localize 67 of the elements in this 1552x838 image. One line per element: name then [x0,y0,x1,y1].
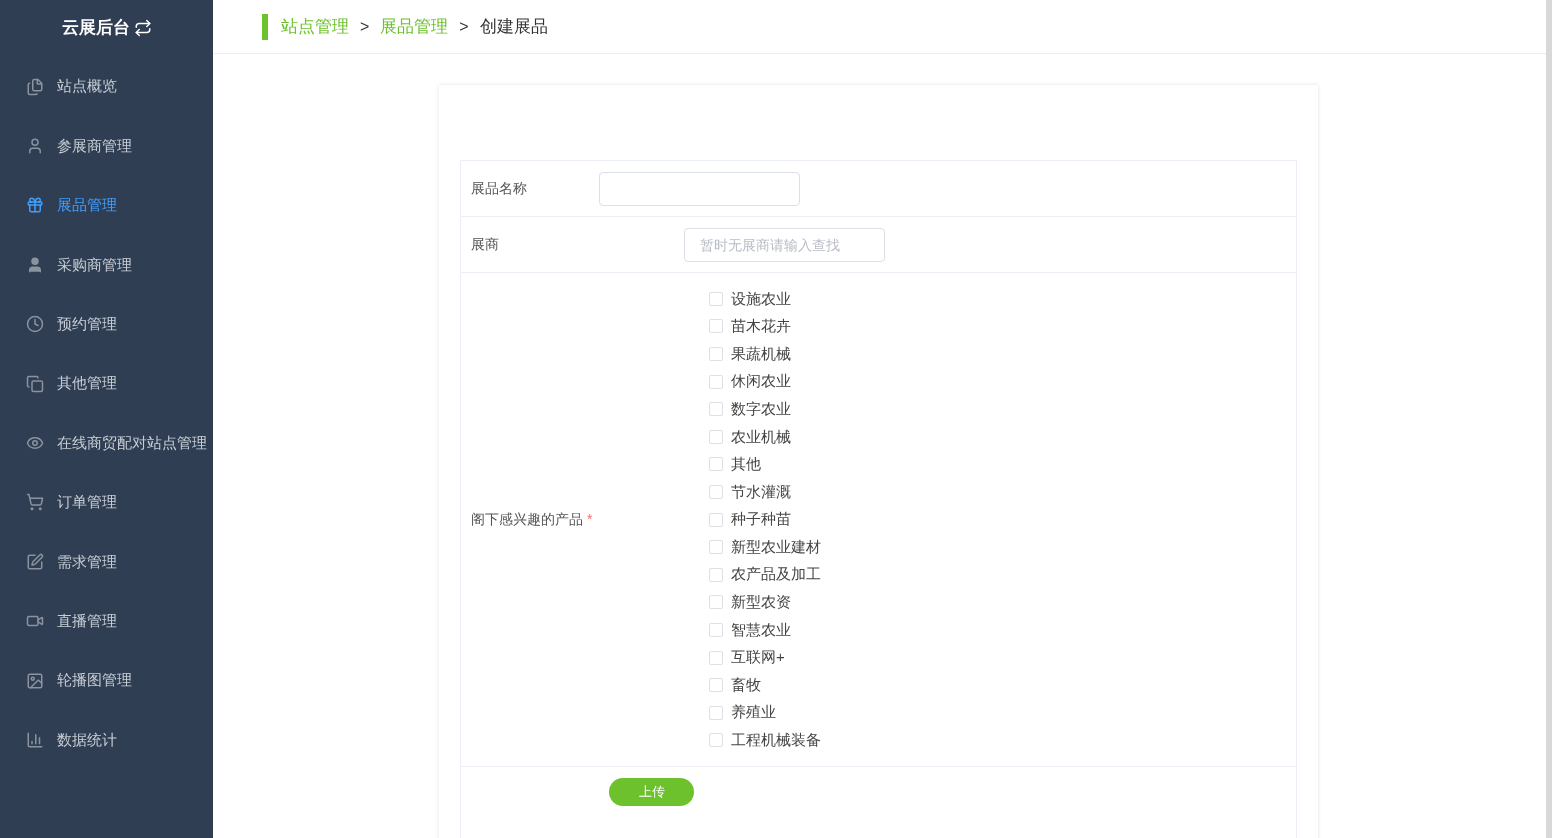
checkbox[interactable] [709,291,723,306]
sidebar-item[interactable]: 站点概览 [0,57,213,117]
sidebar-item[interactable]: 预约管理 [0,294,213,354]
switch-icon[interactable] [133,19,152,37]
checkbox-option[interactable]: 数字农业 [709,395,821,423]
checkbox[interactable] [709,374,723,389]
checkbox-option[interactable]: 设施农业 [709,285,821,313]
sidebar-item[interactable]: 直播管理 [0,591,213,651]
checkbox[interactable] [709,402,723,417]
breadcrumb-current: 创建展品 [479,15,548,38]
checkbox-option[interactable]: 新型农业建材 [709,533,821,561]
field-label: 阁下感兴趣的产品 * [471,510,594,530]
field-label: 展商 [471,235,500,254]
sidebar-item[interactable]: 数据统计 [0,710,213,770]
edit-icon [26,552,44,571]
copy-icon [26,374,44,393]
bar-chart-icon [26,731,44,749]
checkbox-option[interactable]: 养殖业 [709,698,821,727]
checkbox[interactable] [709,567,723,582]
document-icon [26,77,44,96]
checkbox-option[interactable]: 节水灌溉 [709,478,821,506]
checkbox-option[interactable]: 农业机械 [709,422,821,451]
checkbox-option[interactable]: 苗木花卉 [709,312,821,341]
sidebar-item[interactable]: 需求管理 [0,532,213,592]
checkbox[interactable] [709,650,723,665]
checkbox[interactable] [709,319,723,334]
checkbox-option[interactable]: 新型农资 [709,588,821,617]
clock-icon [26,315,44,334]
app-logo: 云展后台 [61,17,130,40]
checkbox[interactable] [709,622,723,637]
checkbox-option[interactable]: 其他 [709,450,821,479]
image-icon [26,671,44,690]
checkbox[interactable] [709,705,723,720]
breadcrumb-separator: > [459,16,469,37]
checkbox-option[interactable]: 种子种苗 [709,505,821,534]
checkbox[interactable] [709,595,723,610]
checkbox[interactable] [709,678,723,693]
checkbox[interactable] [709,429,723,444]
field-label: 展品名称 [471,179,528,198]
checkbox[interactable] [709,512,723,527]
user-icon [26,137,44,156]
sidebar-item[interactable]: 轮播图管理 [0,650,213,711]
checkbox-option[interactable]: 工程机械装备 [709,726,821,755]
gift-icon [26,196,44,215]
breadcrumb-separator: > [360,16,370,37]
person-icon [26,255,44,274]
checkbox-option[interactable]: 互联网+ [709,643,821,672]
checkbox[interactable] [709,540,723,555]
sidebar-item[interactable]: 展品管理 [0,175,213,236]
checkbox-option[interactable]: 农产品及加工 [709,560,821,589]
exhibitor-search-field[interactable]: 暂时无展商请输入查找 [684,227,885,262]
name-input[interactable] [599,171,800,206]
checkbox-option[interactable]: 休闲农业 [709,367,821,396]
checkbox[interactable] [709,457,723,472]
cart-icon [26,493,44,512]
checkbox[interactable] [709,733,723,748]
sidebar-item[interactable]: 采购商管理 [0,235,213,295]
checkbox-option[interactable]: 智慧农业 [709,616,821,644]
checkbox-option[interactable]: 果蔬机械 [709,340,821,368]
checkbox[interactable] [709,347,723,361]
sidebar-item[interactable]: 在线商贸配对站点管理 [0,413,213,473]
sidebar-item[interactable]: 参展商管理 [0,116,213,176]
breadcrumb-marker [262,13,268,40]
checkbox-option[interactable]: 畜牧 [709,671,821,699]
checkbox[interactable] [709,484,723,499]
sidebar-item[interactable]: 其他管理 [0,353,213,414]
sidebar-item[interactable]: 订单管理 [0,472,213,533]
